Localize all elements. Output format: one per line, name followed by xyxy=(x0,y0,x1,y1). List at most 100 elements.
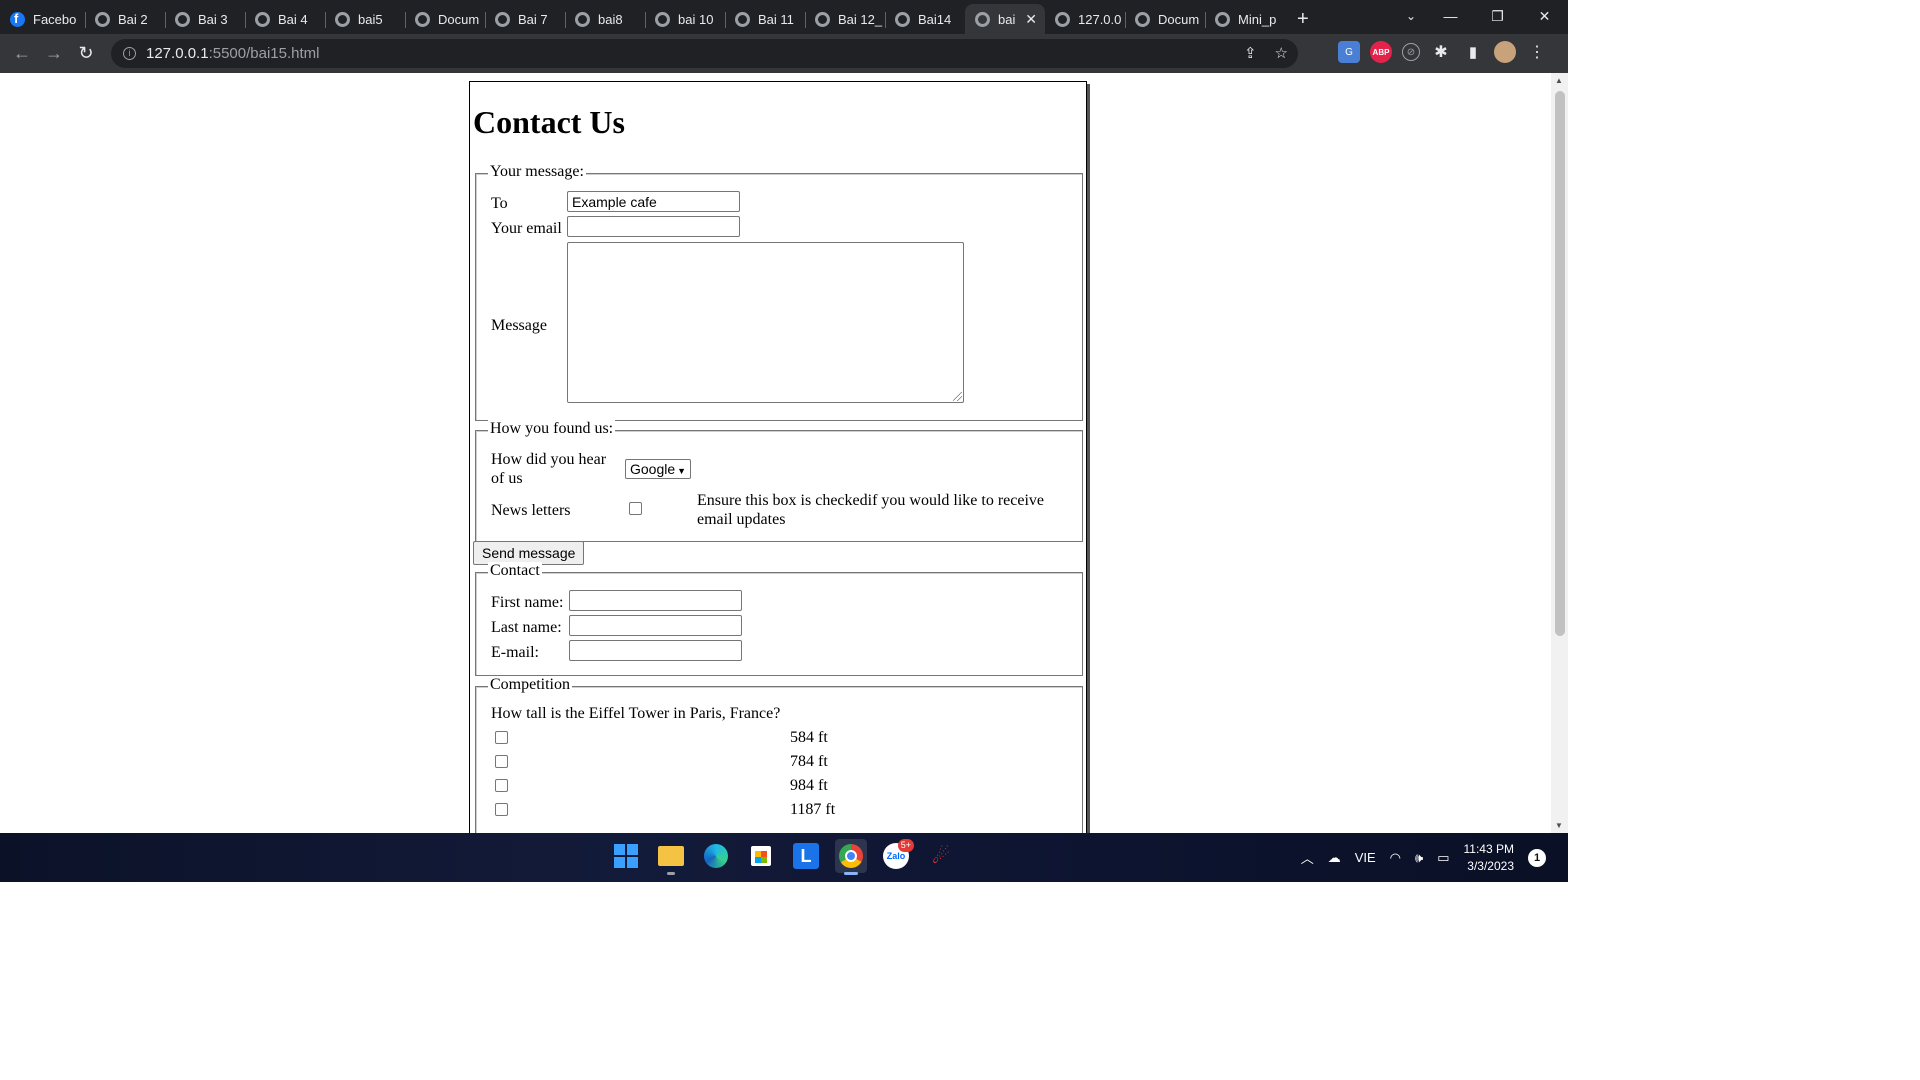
edge-icon xyxy=(704,844,728,868)
newsletter-checkbox[interactable] xyxy=(629,502,642,515)
globe-icon xyxy=(1055,11,1070,27)
l-app-button[interactable]: L xyxy=(790,839,822,873)
tab-bai15-active[interactable]: bai ✕ xyxy=(965,4,1045,34)
tab-bai5[interactable]: bai5 xyxy=(325,4,405,34)
your-email-input[interactable] xyxy=(567,216,740,237)
compass-extension-icon[interactable]: ⊘ xyxy=(1402,43,1420,61)
edge-button[interactable] xyxy=(700,839,732,873)
close-tab-icon[interactable]: ✕ xyxy=(1025,11,1037,28)
wifi-icon[interactable]: ◠ xyxy=(1390,850,1401,866)
zalo-badge: 5+ xyxy=(897,839,914,852)
first-name-label: First name: xyxy=(491,594,564,611)
answer-label-4: 1187 ft xyxy=(790,801,836,818)
folder-icon xyxy=(658,846,684,866)
microsoft-store-icon xyxy=(751,846,771,866)
address-bar[interactable]: i 127.0.0.1:5500/bai15.html ⇪ ☆ xyxy=(111,39,1298,68)
tab-document-1[interactable]: Docum xyxy=(405,4,485,34)
page-viewport: Contact Us Your message: To Your email M… xyxy=(0,73,1551,833)
browser-menu-icon[interactable]: ⋮ xyxy=(1526,41,1548,63)
contact-email-input[interactable] xyxy=(569,640,742,661)
globe-icon xyxy=(815,11,830,27)
tab-strip: f Facebo Bai 2 Bai 3 Bai 4 bai5 Docum Ba… xyxy=(0,0,1568,34)
share-icon[interactable]: ⇪ xyxy=(1244,44,1257,62)
tab-document-2[interactable]: Docum xyxy=(1125,4,1205,34)
contact-fieldset: Contact First name: Last name: E-mail: xyxy=(475,562,1083,676)
side-panel-icon[interactable]: ▮ xyxy=(1462,41,1484,63)
clock[interactable]: 11:43 PM 3/3/2023 xyxy=(1464,841,1514,875)
chevron-down-icon: ▼ xyxy=(677,466,687,476)
new-tab-button[interactable]: + xyxy=(1285,4,1321,34)
minimize-icon[interactable]: — xyxy=(1427,0,1474,34)
zalo-button[interactable]: Zalo 5+ xyxy=(880,839,914,873)
answer-checkbox-4[interactable] xyxy=(495,803,508,816)
last-name-input[interactable] xyxy=(569,615,742,636)
chevron-up-icon[interactable]: ︿ xyxy=(1301,848,1314,867)
file-explorer-button[interactable] xyxy=(655,839,687,875)
found-us-fieldset: How you found us: How did you hear of us… xyxy=(475,420,1083,542)
hear-about-label: How did you hear of us xyxy=(491,451,607,487)
tab-bai14[interactable]: Bai14 xyxy=(885,4,965,34)
answer-label-1: 584 ft xyxy=(790,729,828,746)
scrollbar-thumb[interactable] xyxy=(1555,91,1565,636)
browser-toolbar: ← → ↻ i 127.0.0.1:5500/bai15.html ⇪ ☆ G … xyxy=(0,34,1568,73)
tab-bai-4[interactable]: Bai 4 xyxy=(245,4,325,34)
reload-icon[interactable]: ↻ xyxy=(70,43,102,64)
globe-icon xyxy=(655,11,670,27)
tab-localhost[interactable]: 127.0.0 xyxy=(1045,4,1125,34)
your-email-label: Your email xyxy=(491,220,562,237)
first-name-input[interactable] xyxy=(569,590,742,611)
clock-time: 11:43 PM xyxy=(1463,841,1514,856)
google-translate-icon[interactable]: G xyxy=(1338,41,1360,63)
close-window-icon[interactable]: ✕ xyxy=(1521,0,1568,34)
answer-checkbox-1[interactable] xyxy=(495,731,508,744)
notification-count[interactable]: 1 xyxy=(1528,848,1546,867)
chrome-button[interactable] xyxy=(835,839,867,875)
contact-email-label: E-mail: xyxy=(491,644,539,661)
hear-about-selected: Google xyxy=(630,461,676,477)
newsletter-label: News letters xyxy=(491,502,571,519)
tab-bai-7[interactable]: Bai 7 xyxy=(485,4,565,34)
message-textarea[interactable] xyxy=(567,242,964,403)
vertical-scrollbar[interactable]: ▲ ▼ xyxy=(1551,73,1568,833)
language-indicator[interactable]: VIE xyxy=(1355,850,1376,865)
chrome-icon xyxy=(839,844,863,868)
tab-bai8[interactable]: bai8 xyxy=(565,4,645,34)
tab-bai-12[interactable]: Bai 12_ xyxy=(805,4,885,34)
adblock-plus-icon[interactable]: ABP xyxy=(1370,41,1392,63)
globe-icon xyxy=(335,11,350,27)
site-info-icon[interactable]: i xyxy=(123,47,136,60)
newsletter-note: Ensure this box is checkedif you would l… xyxy=(697,492,1045,528)
tab-bai-11[interactable]: Bai 11 xyxy=(725,4,805,34)
scroll-down-arrow-icon[interactable]: ▼ xyxy=(1555,821,1563,830)
to-input[interactable] xyxy=(567,191,740,212)
restore-icon[interactable]: ❐ xyxy=(1474,0,1521,34)
battery-icon[interactable]: ▭ xyxy=(1437,850,1449,866)
answer-checkbox-2[interactable] xyxy=(495,755,508,768)
store-button[interactable] xyxy=(745,839,777,873)
globe-icon xyxy=(95,11,110,27)
onedrive-cloud-icon[interactable]: ☁ xyxy=(1328,850,1341,866)
garena-button[interactable]: ☄ xyxy=(925,839,957,873)
answer-label-3: 984 ft xyxy=(790,777,828,794)
bookmark-star-icon[interactable]: ☆ xyxy=(1275,44,1288,62)
hear-about-select[interactable]: Google ▼ xyxy=(625,459,692,479)
tab-search-chevron-icon[interactable]: ⌄ xyxy=(1406,0,1416,32)
answer-checkbox-3[interactable] xyxy=(495,779,508,792)
url-path: :5500/bai15.html xyxy=(208,45,320,62)
tab-bai-3[interactable]: Bai 3 xyxy=(165,4,245,34)
extensions-puzzle-icon[interactable]: ✱ xyxy=(1430,41,1452,63)
resize-grip-icon[interactable] xyxy=(953,392,962,401)
globe-icon xyxy=(575,11,590,27)
globe-icon xyxy=(975,11,990,27)
start-button[interactable] xyxy=(610,839,642,873)
back-arrow-icon[interactable]: ← xyxy=(6,43,38,64)
profile-avatar[interactable] xyxy=(1494,41,1516,63)
volume-icon[interactable]: 🕪 xyxy=(1415,850,1423,866)
tab-facebook[interactable]: f Facebo xyxy=(0,4,85,34)
tab-mini-project[interactable]: Mini_p xyxy=(1205,4,1285,34)
tab-bai-2[interactable]: Bai 2 xyxy=(85,4,165,34)
forward-arrow-icon[interactable]: → xyxy=(38,43,70,64)
tab-bai-10[interactable]: bai 10 xyxy=(645,4,725,34)
scroll-up-arrow-icon[interactable]: ▲ xyxy=(1555,76,1563,85)
found-us-legend: How you found us: xyxy=(488,420,616,438)
